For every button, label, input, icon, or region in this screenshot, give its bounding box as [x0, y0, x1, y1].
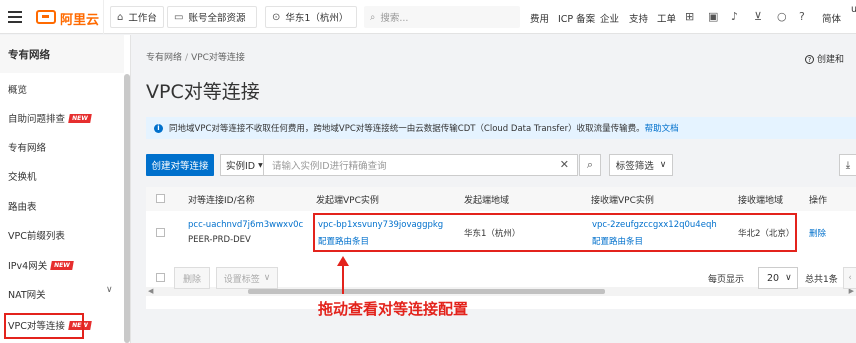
clear-icon[interactable]: ✕ [560, 158, 569, 171]
create-doc-link[interactable]: ? 创建和 [805, 52, 844, 65]
batch-delete-button[interactable]: 删除 [174, 267, 210, 289]
column-header-dst-region: 接收端地域 [738, 196, 784, 206]
sidebar-item-nat-gateway[interactable]: NAT网关 ∨ [8, 285, 116, 301]
column-header-id: 对等连接ID/名称 [188, 196, 255, 206]
peering-id-link[interactable]: pcc-uachnvd7j6m3wwxv0c [188, 220, 303, 230]
info-icon: i [154, 123, 163, 133]
breadcrumb: 专有网络 / VPC对等连接 [146, 50, 245, 63]
home-icon: ⌂ [117, 11, 124, 23]
column-header-src-vpc: 发起端VPC实例 [316, 196, 379, 206]
highlight-box [313, 213, 797, 252]
chevron-down-icon: ∨ [659, 160, 667, 170]
sidebar-item-prefix-list[interactable]: VPC前缀列表 [8, 228, 65, 242]
search-icon: ⌕ [586, 158, 594, 171]
peering-name: PEER-PRD-DEV [188, 235, 251, 245]
sidebar-item-vswitch[interactable]: 交换机 [8, 169, 37, 183]
bell-icon[interactable]: ♪ [731, 10, 738, 23]
info-banner: i 同地域VPC对等连接不收取任何费用，跨地域VPC对等连接统一由云数据传输CD… [146, 117, 856, 139]
global-search-input[interactable]: ⌕ 搜索... [364, 6, 520, 28]
nav-enterprise[interactable]: 企业 [600, 11, 619, 25]
cart-icon[interactable]: ⊻ [754, 10, 762, 23]
sidebar-item-overview[interactable]: 概览 [8, 82, 27, 96]
per-page-select[interactable]: 20 ∨ [758, 267, 798, 289]
table-footer: 删除 设置标签 ∨ 每页显示 20 ∨ 总共1条 ‹ [131, 267, 856, 297]
search-icon: ⌕ [370, 11, 376, 23]
chevron-down-icon: ∨ [263, 273, 271, 283]
breadcrumb-item-current: VPC对等连接 [191, 53, 245, 63]
search-button[interactable]: ⌕ [579, 154, 601, 176]
workbench-button[interactable]: ⌂ 工作台 [110, 6, 164, 28]
nav-icp[interactable]: ICP 备案 [558, 11, 595, 25]
caret-down-icon: ▼ [258, 161, 263, 169]
footer-select-all-checkbox[interactable] [156, 273, 165, 282]
region-selector[interactable]: ⊙ 华东1（杭州） [265, 6, 357, 28]
active-item-highlight [4, 313, 84, 339]
folder-icon: ▭ [174, 11, 184, 23]
download-button[interactable]: ⤓ [839, 154, 856, 176]
column-header-src-region: 发起端地域 [464, 196, 510, 206]
new-badge: NEW [68, 113, 92, 123]
sidebar: 专有网络 概览 自助问题排查 NEW 专有网络 交换机 路由表 VPC前缀列表 I… [0, 35, 131, 343]
sidebar-item-ipv4-gateway[interactable]: IPv4网关 NEW [8, 258, 74, 272]
tag-filter-button[interactable]: 标签筛选 ∨ [609, 154, 673, 176]
nav-support[interactable]: 支持 [629, 11, 648, 25]
main-content: 专有网络 / VPC对等连接 ? 创建和 VPC对等连接 i 同地域VPC对等连接不收… [131, 35, 856, 343]
select-all-checkbox[interactable] [156, 194, 165, 203]
top-bar: 阿里云 ⌂ 工作台 ▭ 账号全部资源 ⊙ 华东1（杭州） ⌕ 搜索... 费用 ICP … [0, 0, 856, 34]
new-badge: NEW [50, 260, 74, 270]
nav-fee[interactable]: 费用 [530, 11, 549, 25]
chevron-down-icon: ∨ [106, 285, 113, 295]
bulb-icon[interactable]: ○ [777, 10, 787, 23]
search-input[interactable]: 请输入实例ID进行精确查询 ✕ [264, 154, 578, 176]
user-avatar[interactable]: u [851, 4, 856, 15]
breadcrumb-separator: / [185, 53, 189, 63]
language-selector[interactable]: 简体 [822, 11, 841, 25]
arrow-head-icon [337, 256, 349, 266]
resource-selector[interactable]: ▭ 账号全部资源 [167, 6, 257, 28]
column-header-action: 操作 [809, 196, 828, 206]
set-tag-button[interactable]: 设置标签 ∨ [216, 267, 278, 289]
logo[interactable]: 阿里云 [0, 0, 104, 34]
sidebar-item-vpc[interactable]: 专有网络 [8, 140, 46, 154]
logo-text: 阿里云 [60, 13, 100, 28]
sidebar-scrollbar[interactable] [124, 74, 130, 343]
create-peering-button[interactable]: 创建对等连接 [146, 154, 214, 176]
page-title: VPC对等连接 [146, 81, 260, 103]
location-icon: ⊙ [272, 11, 281, 23]
per-page-label: 每页显示 [708, 275, 745, 285]
table-header: 对等连接ID/名称 发起端VPC实例 发起端地域 接收端VPC实例 接收端地域 … [146, 187, 856, 211]
terminal-icon[interactable]: ▣ [708, 10, 718, 23]
annotation-text: 拖动查看对等连接配置 [318, 300, 469, 318]
sidebar-item-troubleshoot[interactable]: 自助问题排查 NEW [8, 111, 92, 125]
search-field-select[interactable]: 实例ID ▼ [220, 154, 264, 176]
row-checkbox[interactable] [156, 228, 165, 237]
question-icon: ? [805, 55, 814, 64]
sidebar-title: 专有网络 [0, 35, 124, 73]
column-header-dst-vpc: 接收端VPC实例 [591, 196, 654, 206]
breadcrumb-item-vpc[interactable]: 专有网络 [146, 53, 182, 63]
grid-icon[interactable]: ⊞ [685, 10, 694, 23]
nav-ticket[interactable]: 工单 [657, 11, 676, 25]
annotation-arrow [337, 256, 349, 294]
chevron-down-icon: ∨ [785, 273, 792, 283]
delete-link[interactable]: 删除 [809, 227, 826, 239]
info-text: 同地域VPC对等连接不收取任何费用，跨地域VPC对等连接统一由云数据传输CDT（… [169, 124, 645, 134]
total-count: 总共1条 [805, 275, 838, 285]
help-icon[interactable]: ? [799, 10, 805, 23]
help-doc-link[interactable]: 帮助文档 [645, 122, 679, 134]
chevron-left-icon: ‹ [848, 273, 852, 283]
prev-page-button[interactable]: ‹ [843, 267, 856, 289]
sidebar-item-route-table[interactable]: 路由表 [8, 199, 37, 213]
aliyun-logo-icon [36, 10, 56, 24]
download-icon: ⤓ [845, 159, 851, 171]
